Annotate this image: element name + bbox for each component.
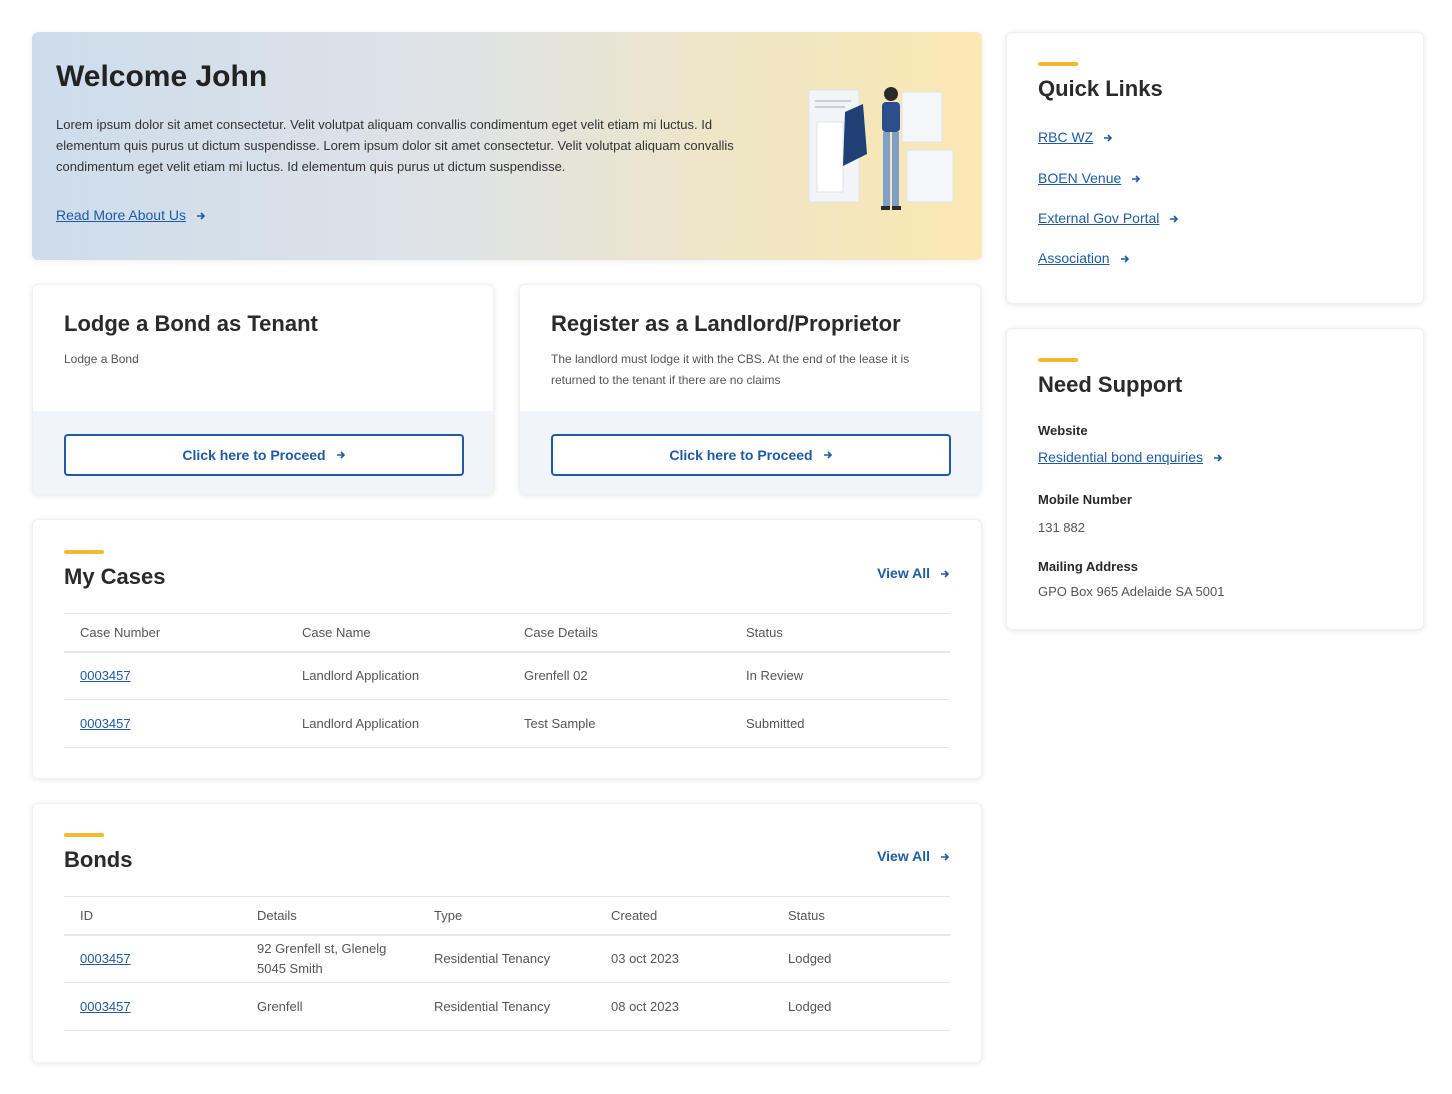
- my-cases-card: My Cases View All Case Number Case Name …: [32, 519, 982, 779]
- bond-id-link[interactable]: 0003457: [80, 951, 131, 966]
- bonds-table: ID Details Type Created Status 0003457 9…: [64, 896, 950, 1031]
- case-number-link[interactable]: 0003457: [80, 668, 131, 683]
- table-row: 0003457 Landlord Application Test Sample…: [64, 699, 950, 748]
- mobile-label: Mobile Number: [1038, 492, 1132, 507]
- read-more-link[interactable]: Read More About Us: [56, 207, 206, 223]
- bond-type: Residential Tenancy: [418, 982, 595, 1031]
- register-landlord-card: Register as a Landlord/Proprietor The la…: [519, 284, 981, 495]
- quick-link-item[interactable]: Association: [1038, 250, 1130, 266]
- table-row: 0003457 92 Grenfell st, Glenelg 5045 Smi…: [64, 934, 950, 983]
- proceed-button[interactable]: Click here to Proceed: [64, 434, 464, 476]
- card-description: The landlord must lodge it with the CBS.…: [551, 352, 910, 387]
- arrow-right-icon: [940, 569, 950, 579]
- section-accent: [1038, 62, 1078, 66]
- card-title: Lodge a Bond as Tenant: [64, 311, 318, 336]
- bond-created: 03 oct 2023: [595, 934, 772, 983]
- case-details: Test Sample: [508, 699, 730, 748]
- column-header: Status: [730, 613, 950, 653]
- proceed-button[interactable]: Click here to Proceed: [551, 434, 951, 476]
- table-row: 0003457 Grenfell Residential Tenancy 08 …: [64, 982, 950, 1031]
- mobile-value: 131 882: [1038, 520, 1085, 535]
- arrow-right-icon: [1103, 133, 1113, 143]
- section-title: Quick Links: [1038, 76, 1163, 101]
- table-header-row: ID Details Type Created Status: [64, 896, 950, 936]
- lodge-bond-card: Lodge a Bond as Tenant Lodge a Bond Clic…: [32, 284, 494, 495]
- column-header: ID: [64, 896, 241, 936]
- case-name: Landlord Application: [286, 699, 508, 748]
- arrow-right-icon: [1131, 174, 1141, 184]
- card-title: Register as a Landlord/Proprietor: [551, 311, 901, 336]
- bond-status: Lodged: [772, 934, 950, 983]
- table-header-row: Case Number Case Name Case Details Statu…: [64, 613, 950, 653]
- section-accent: [1038, 358, 1078, 362]
- need-support-card: Need Support Website Residential bond en…: [1006, 328, 1424, 630]
- website-link[interactable]: Residential bond enquiries: [1038, 449, 1223, 465]
- view-all-bonds-link[interactable]: View All: [877, 848, 950, 864]
- quick-links-card: Quick Links RBC WZ BOEN Venue External G…: [1006, 32, 1424, 304]
- bond-details: 92 Grenfell st, Glenelg 5045 Smith: [241, 934, 418, 983]
- case-name: Landlord Application: [286, 651, 508, 700]
- column-header: Type: [418, 896, 595, 936]
- table-row: 0003457 Landlord Application Grenfell 02…: [64, 651, 950, 700]
- column-header: Case Name: [286, 613, 508, 653]
- bonds-card: Bonds View All ID Details Type Created S…: [32, 803, 982, 1063]
- bond-details: Grenfell: [241, 982, 418, 1031]
- column-header: Status: [772, 896, 950, 936]
- column-header: Details: [241, 896, 418, 936]
- case-number-link[interactable]: 0003457: [80, 716, 131, 731]
- arrow-right-icon: [1213, 453, 1223, 463]
- column-header: Case Number: [64, 613, 286, 653]
- view-all-cases-link[interactable]: View All: [877, 565, 950, 581]
- section-title: Need Support: [1038, 372, 1183, 397]
- quick-link-item[interactable]: External Gov Portal: [1038, 210, 1179, 226]
- case-status: In Review: [730, 651, 950, 700]
- section-accent: [64, 833, 104, 837]
- card-footer: Click here to Proceed: [520, 411, 980, 494]
- case-status: Submitted: [730, 699, 950, 748]
- welcome-title: Welcome John: [56, 60, 268, 93]
- card-footer: Click here to Proceed: [33, 411, 493, 494]
- illustration: [807, 82, 957, 222]
- arrow-right-icon: [823, 450, 833, 460]
- section-title: My Cases: [64, 564, 166, 589]
- website-label: Website: [1038, 423, 1088, 438]
- bond-status: Lodged: [772, 982, 950, 1031]
- arrow-right-icon: [196, 211, 206, 221]
- welcome-text: Lorem ipsum dolor sit amet consectetur. …: [56, 117, 734, 174]
- address-label: Mailing Address: [1038, 559, 1138, 574]
- welcome-banner: Welcome John Lorem ipsum dolor sit amet …: [32, 32, 982, 260]
- arrow-right-icon: [1120, 254, 1130, 264]
- bond-id-link[interactable]: 0003457: [80, 999, 131, 1014]
- arrow-right-icon: [336, 450, 346, 460]
- case-details: Grenfell 02: [508, 651, 730, 700]
- quick-link-item[interactable]: BOEN Venue: [1038, 170, 1141, 186]
- column-header: Case Details: [508, 613, 730, 653]
- section-title: Bonds: [64, 847, 133, 872]
- column-header: Created: [595, 896, 772, 936]
- card-description: Lodge a Bond: [64, 352, 139, 366]
- bond-type: Residential Tenancy: [418, 934, 595, 983]
- bond-created: 08 oct 2023: [595, 982, 772, 1031]
- quick-link-item[interactable]: RBC WZ: [1038, 129, 1113, 145]
- section-accent: [64, 550, 104, 554]
- cases-table: Case Number Case Name Case Details Statu…: [64, 613, 950, 748]
- arrow-right-icon: [1169, 214, 1179, 224]
- address-value: GPO Box 965 Adelaide SA 5001: [1038, 584, 1225, 599]
- arrow-right-icon: [940, 852, 950, 862]
